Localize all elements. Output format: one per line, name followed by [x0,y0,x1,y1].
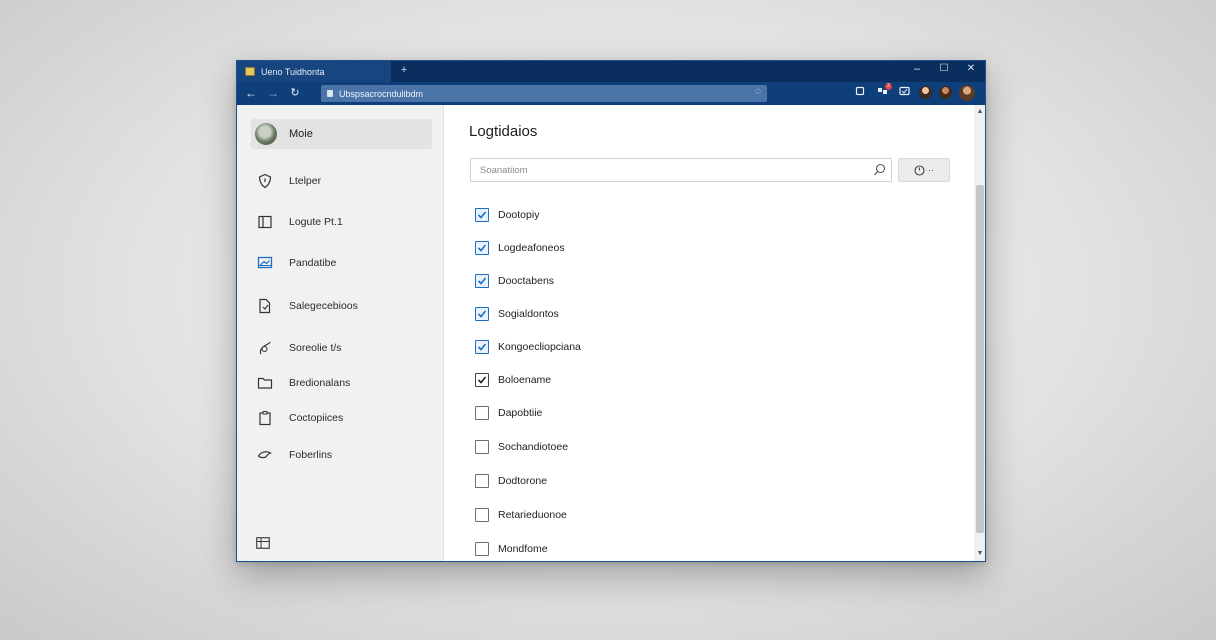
search-box[interactable] [470,158,892,182]
clipboard-icon [259,411,271,426]
sidebar-item-label: Soreolie t/s [289,342,342,354]
clock-icon [914,164,925,176]
checkbox-checked[interactable] [475,241,489,255]
avatar [255,123,277,145]
lock-icon [327,90,333,97]
scroll-up-icon[interactable]: ▲ [974,107,985,117]
forward-arrow-icon[interactable]: → [265,85,281,101]
reload-icon[interactable]: ↻ [287,85,303,101]
close-button[interactable]: ✕ [961,63,981,74]
search-icon[interactable] [873,163,886,177]
checkbox-unchecked[interactable] [475,406,489,420]
checkbox-checked[interactable] [475,340,489,354]
checkbox-checked[interactable] [475,307,489,321]
document-icon [259,298,271,314]
book-icon [258,215,272,229]
pen-icon [259,341,271,355]
tab-title: Ueno Tuidhonta [261,66,325,77]
scroll-thumb[interactable] [976,185,984,533]
sidebar-item-label: Pandatibe [289,257,337,269]
extensions-icon[interactable]: 2 [875,83,892,100]
tab-bar: Ueno Tuidhonta + – ☐ ✕ [237,61,985,82]
collections-icon[interactable] [853,86,867,100]
profile-avatar[interactable] [939,86,952,99]
sidebar-item-label: Ltelper [289,175,322,187]
sidebar-item-6[interactable]: Bredionalans [257,373,350,393]
app-window: Ueno Tuidhonta + – ☐ ✕ ← → ↻ Ubspsacrocn… [236,60,986,562]
history-filter-button[interactable]: ·· [898,158,950,182]
sidebar-item-label: Logute Pt.1 [289,216,343,228]
sync-icon[interactable] [897,86,911,100]
profile-name: Moie [289,128,313,140]
option-row[interactable]: Dootopiy [475,207,539,223]
main-panel: Logtidaios ·· Dootopiy Logdeafoneos Doocta… [445,105,973,561]
sidebar-item-label: Coctopiices [289,412,344,424]
sidebar-item-4[interactable]: Salegecebioos [257,296,358,316]
monitor-icon [257,256,273,269]
reader-mode-icon[interactable]: ◌ [755,86,761,97]
option-label: Sochandiotoee [498,441,569,453]
favicon-icon [245,67,255,76]
sidebar-item-2[interactable]: Logute Pt.1 [257,212,343,232]
option-label: Dootopiy [498,209,540,221]
sidebar-item-5[interactable]: Soreolie t/s [257,338,342,358]
sidebar-item-label: Bredionalans [289,377,351,389]
option-label: Sogialdontos [498,308,559,320]
sidebar-item-label: Foberlins [289,449,333,461]
checkbox-checked[interactable] [475,373,489,387]
minimize-button[interactable]: – [907,63,927,75]
scrollbar[interactable]: ▲ ▼ [974,105,985,561]
hand-icon [257,451,272,459]
option-label: Retarieduonoe [498,509,567,521]
folder-icon [257,377,273,389]
sidebar-item-label: Salegecebioos [289,300,358,312]
url-text: Ubspsacrocndulibdm [339,88,424,99]
checkbox-unchecked[interactable] [475,474,489,488]
back-arrow-icon[interactable]: ← [243,85,259,101]
sidebar-item-8[interactable]: Foberlins [257,445,332,465]
account-avatar[interactable] [919,86,932,99]
option-label: Kongoecliopciana [498,341,581,353]
sidebar: Moie Ltelper Logute Pt.1 Pandatibe Saleg… [237,105,444,561]
option-label: Boloename [498,374,552,386]
sidebar-item-3[interactable]: Pandatibe [257,253,336,273]
option-row[interactable]: Sogialdontos [475,306,559,322]
option-row[interactable]: Sochandiotoee [475,439,568,455]
checkbox-checked[interactable] [475,208,489,222]
sidebar-item-1[interactable]: Ltelper [257,171,321,191]
option-label: Logdeafoneos [498,242,565,254]
option-label: Dodtorone [498,475,548,487]
option-row[interactable]: Kongoecliopciana [475,339,581,355]
scroll-down-icon[interactable]: ▼ [974,549,985,559]
user-avatar[interactable] [959,85,975,101]
option-row[interactable]: Dodtorone [475,473,547,489]
option-label: Dooctabens [498,275,555,287]
option-row[interactable]: Dapobtiie [475,405,542,421]
notification-badge: 2 [885,83,892,90]
sidebar-profile[interactable]: Moie [251,119,432,149]
layout-icon[interactable] [256,537,270,549]
filter-label: ·· [928,165,934,175]
checkbox-unchecked[interactable] [475,440,489,454]
shield-icon [258,173,272,189]
option-row[interactable]: Boloename [475,372,551,388]
address-bar[interactable]: Ubspsacrocndulibdm ◌ [321,85,767,102]
browser-toolbar: ← → ↻ Ubspsacrocndulibdm ◌ 2 [237,82,985,105]
maximize-button[interactable]: ☐ [934,63,954,74]
checkbox-checked[interactable] [475,274,489,288]
search-input[interactable] [480,164,850,176]
checkbox-unchecked[interactable] [475,508,489,522]
option-label: Mondfome [498,543,548,555]
checkbox-unchecked[interactable] [475,542,489,556]
option-row[interactable]: Logdeafoneos [475,240,565,256]
option-row[interactable]: Retarieduonoe [475,507,567,523]
new-tab-button[interactable]: + [397,64,411,76]
sidebar-item-7[interactable]: Coctopiices [257,408,343,428]
browser-tab[interactable]: Ueno Tuidhonta [237,61,391,82]
option-label: Dapobtiie [498,407,543,419]
option-row[interactable]: Dooctabens [475,273,554,289]
page-title: Logtidaios [469,123,538,140]
option-row[interactable]: Mondfome [475,541,548,557]
